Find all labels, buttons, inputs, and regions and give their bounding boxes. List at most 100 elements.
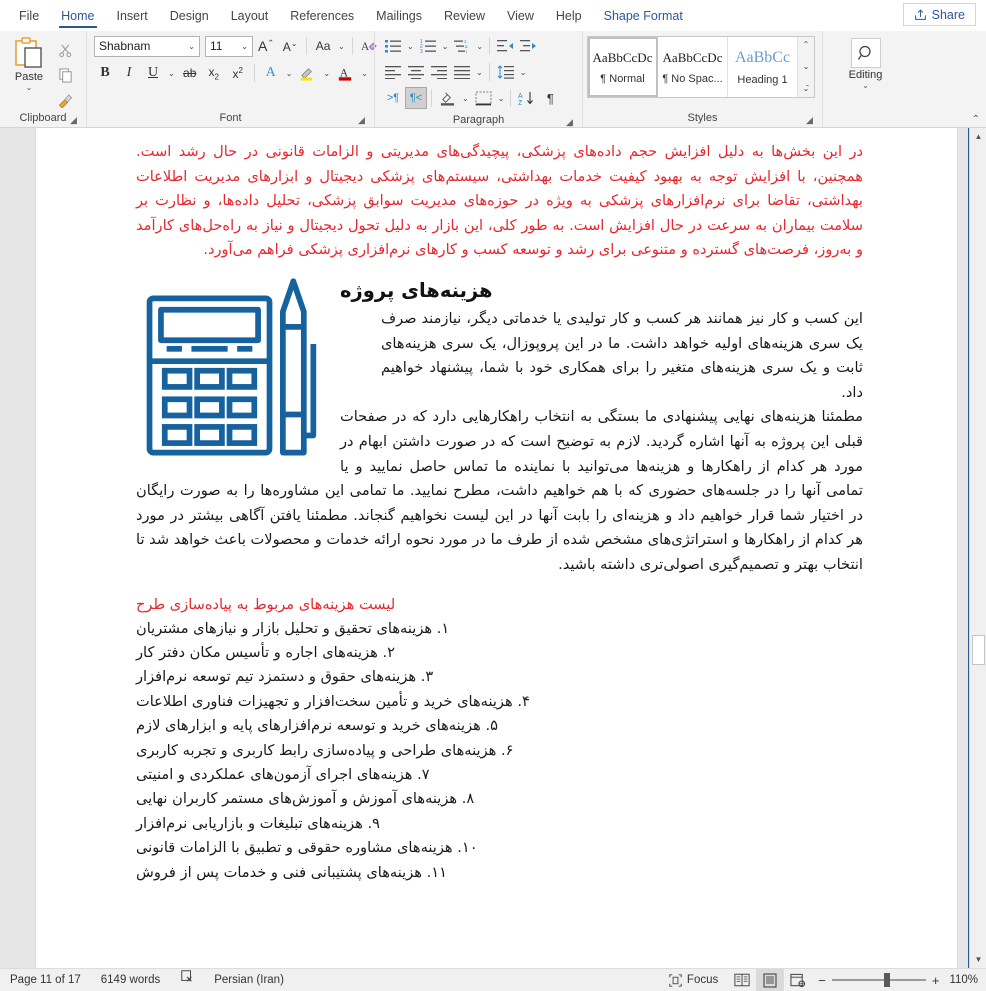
- proofing-status[interactable]: [170, 969, 204, 991]
- zoom-out-button[interactable]: −: [818, 973, 826, 988]
- underline-button[interactable]: U: [142, 62, 164, 84]
- bullets-chevron-down-icon[interactable]: ⌄: [405, 42, 416, 51]
- text-highlight-button[interactable]: [296, 62, 319, 84]
- numbering-button[interactable]: 1 2 3: [417, 35, 439, 57]
- borders-chevron-down-icon[interactable]: ⌄: [496, 94, 507, 103]
- highlight-chevron-down-icon[interactable]: ⌄: [321, 69, 332, 78]
- align-left-button[interactable]: [382, 61, 404, 83]
- italic-button[interactable]: I: [118, 62, 140, 84]
- zoom-slider-track[interactable]: [831, 973, 926, 987]
- font-dialog-launcher[interactable]: ◢: [356, 115, 367, 126]
- text-effects-chevron-down-icon[interactable]: ⌄: [284, 69, 295, 78]
- borders-button[interactable]: [472, 87, 495, 109]
- tab-shape-format[interactable]: Shape Format: [593, 4, 694, 31]
- tab-view[interactable]: View: [496, 4, 545, 31]
- increase-indent-button[interactable]: [517, 35, 539, 57]
- bold-button[interactable]: B: [94, 62, 116, 84]
- zoom-control[interactable]: − +: [812, 973, 945, 988]
- document-content[interactable]: در این بخش‌ها به دلیل افزایش حجم داده‌ها…: [36, 128, 957, 885]
- align-center-button[interactable]: [405, 61, 427, 83]
- format-painter-button[interactable]: [54, 90, 76, 110]
- share-button[interactable]: Share: [902, 3, 976, 26]
- editing-chevron-down-icon[interactable]: ⌄: [862, 82, 869, 90]
- tab-help[interactable]: Help: [545, 4, 593, 31]
- shading-button[interactable]: [436, 87, 459, 109]
- paste-button[interactable]: Paste ⌄: [4, 36, 54, 110]
- superscript-button[interactable]: x2: [227, 62, 249, 84]
- editing-button[interactable]: Editing ⌄: [834, 38, 898, 90]
- line-spacing-chevron-down-icon[interactable]: ⌄: [518, 68, 529, 77]
- cut-button[interactable]: [54, 40, 76, 60]
- font-size-combobox[interactable]: 11 ⌄: [205, 35, 253, 57]
- document-page[interactable]: در این بخش‌ها به دلیل افزایش حجم داده‌ها…: [36, 128, 957, 968]
- line-spacing-button[interactable]: [494, 61, 517, 83]
- style-normal[interactable]: AaBbCcDc ¶ Normal: [588, 37, 658, 97]
- shading-chevron-down-icon[interactable]: ⌄: [460, 94, 471, 103]
- tab-references[interactable]: References: [279, 4, 365, 31]
- justify-button[interactable]: [451, 61, 473, 83]
- web-layout-button[interactable]: [784, 969, 812, 991]
- vertical-scrollbar[interactable]: ▲ ▼: [969, 128, 986, 968]
- tab-insert[interactable]: Insert: [106, 4, 159, 31]
- bullets-button[interactable]: [382, 35, 404, 57]
- font-name-combobox[interactable]: Shabnam ⌄: [94, 35, 200, 57]
- tab-home[interactable]: Home: [50, 4, 105, 31]
- paragraph-dialog-launcher[interactable]: ◢: [564, 117, 575, 128]
- tab-layout[interactable]: Layout: [220, 4, 280, 31]
- page-indicator[interactable]: Page 11 of 17: [0, 969, 91, 991]
- styles-dialog-launcher[interactable]: ◢: [804, 115, 815, 126]
- sort-button[interactable]: A Z: [515, 87, 538, 109]
- zoom-level[interactable]: 110%: [945, 974, 986, 986]
- status-bar-right: Focus − + 110%: [659, 969, 986, 991]
- paste-chevron-down-icon[interactable]: ⌄: [26, 84, 33, 92]
- tab-review[interactable]: Review: [433, 4, 496, 31]
- rtl-text-direction-button[interactable]: ¶<: [405, 87, 427, 109]
- strikethrough-button[interactable]: ab: [179, 62, 201, 84]
- style-heading-1[interactable]: AaBbCc Heading 1: [728, 37, 798, 97]
- copy-button[interactable]: [54, 65, 76, 85]
- text-effects-button[interactable]: A: [260, 62, 282, 84]
- style-no-spacing[interactable]: AaBbCcDc ¶ No Spac...: [658, 37, 728, 97]
- multilevel-list-button[interactable]: 1 a i: [451, 35, 473, 57]
- subscript-button[interactable]: x2: [203, 62, 225, 84]
- tab-file[interactable]: File: [8, 4, 50, 31]
- tab-design[interactable]: Design: [159, 4, 220, 31]
- clipboard-dialog-launcher[interactable]: ◢: [68, 115, 79, 126]
- scrollbar-track[interactable]: [970, 145, 986, 951]
- language-indicator[interactable]: Persian (Iran): [204, 969, 294, 991]
- collapse-ribbon-button[interactable]: ⌃: [972, 114, 980, 125]
- decrease-indent-button[interactable]: [494, 35, 516, 57]
- shrink-font-button[interactable]: A⌄: [279, 35, 301, 57]
- document-canvas[interactable]: در این بخش‌ها به دلیل افزایش حجم داده‌ها…: [0, 128, 986, 968]
- subscript-icon: x2: [208, 64, 219, 82]
- underline-chevron-down-icon[interactable]: ⌄: [166, 69, 177, 78]
- numbering-chevron-down-icon[interactable]: ⌄: [440, 42, 451, 51]
- font-size-chevron-down-icon[interactable]: ⌄: [241, 42, 248, 51]
- focus-mode-button[interactable]: Focus: [659, 969, 728, 991]
- font-color-chevron-down-icon[interactable]: ⌄: [359, 69, 370, 78]
- ltr-text-direction-button[interactable]: >¶: [382, 87, 404, 109]
- multilevel-chevron-down-icon[interactable]: ⌄: [474, 42, 485, 51]
- styles-scroll-up-icon[interactable]: ⌃: [803, 39, 810, 51]
- ribbon-group-editing: Editing ⌄: [822, 31, 908, 127]
- scroll-down-button[interactable]: ▼: [970, 951, 986, 968]
- styles-more-icon[interactable]: ⌄̄: [803, 83, 810, 95]
- font-color-button[interactable]: A: [334, 62, 357, 84]
- print-layout-button[interactable]: [756, 969, 785, 991]
- zoom-in-button[interactable]: +: [932, 973, 940, 988]
- grow-font-button[interactable]: A⌃: [255, 35, 277, 57]
- read-mode-button[interactable]: [728, 969, 756, 991]
- scroll-up-button[interactable]: ▲: [970, 128, 986, 145]
- scrollbar-thumb[interactable]: [972, 635, 985, 665]
- zoom-slider-thumb[interactable]: [883, 973, 890, 987]
- change-case-chevron-down-icon[interactable]: ⌄: [336, 42, 347, 51]
- change-case-button[interactable]: Aa: [312, 35, 334, 57]
- word-count[interactable]: 6149 words: [91, 969, 170, 991]
- show-formatting-marks-button[interactable]: ¶: [539, 87, 561, 109]
- justify-chevron-down-icon[interactable]: ⌄: [474, 68, 485, 77]
- align-right-button[interactable]: [428, 61, 450, 83]
- font-group-label: Font ◢: [91, 110, 370, 127]
- font-name-chevron-down-icon[interactable]: ⌄: [188, 42, 195, 51]
- styles-scroll-down-icon[interactable]: ⌄: [803, 61, 810, 73]
- tab-mailings[interactable]: Mailings: [365, 4, 433, 31]
